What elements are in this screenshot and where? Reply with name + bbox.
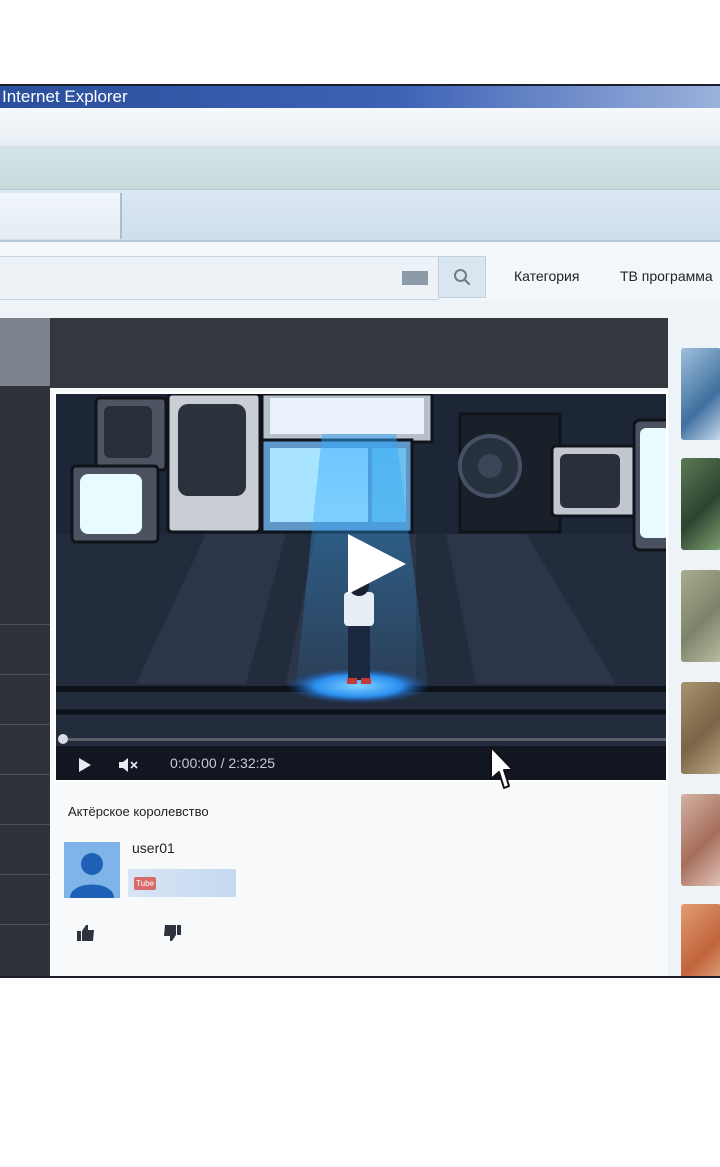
- search-button[interactable]: [438, 256, 486, 298]
- player-controls: 0:00:00 / 2:32:25: [56, 734, 666, 780]
- video-title[interactable]: Актёрское королевство: [68, 804, 209, 819]
- related-thumbnail[interactable]: [681, 904, 720, 976]
- user-silhouette-icon: [70, 853, 114, 898]
- video-frame: [56, 394, 666, 746]
- sidebar-divider: [0, 774, 50, 775]
- window-titlebar: Internet Explorer: [0, 86, 720, 108]
- sidebar-divider: [0, 924, 50, 925]
- search-input[interactable]: [0, 256, 439, 300]
- nav-link-category[interactable]: Категория: [514, 268, 579, 284]
- site-header: Категория ТВ программа: [0, 242, 720, 300]
- nav-link-tv-program[interactable]: ТВ программа: [620, 268, 713, 284]
- content-banner: [50, 318, 668, 388]
- related-thumbnail[interactable]: [681, 458, 720, 550]
- time-readout: 0:00:00 / 2:32:25: [170, 755, 276, 771]
- keyboard-icon[interactable]: [402, 271, 428, 285]
- sidebar-divider: [0, 674, 50, 675]
- mouse-pointer-icon: [490, 746, 513, 789]
- thumbs-up-icon[interactable]: [76, 924, 96, 942]
- video-player[interactable]: 0:00:00 / 2:32:25: [54, 392, 668, 782]
- related-thumbnail[interactable]: [681, 348, 720, 440]
- sidebar-divider: [0, 724, 50, 725]
- sidebar-header-block: [0, 318, 50, 386]
- related-thumbnail[interactable]: [681, 682, 720, 774]
- browser-menu-bar: [0, 108, 720, 147]
- sidebar-divider: [0, 824, 50, 825]
- browser-tab-active[interactable]: [0, 193, 122, 239]
- progress-handle[interactable]: [58, 734, 68, 744]
- search-icon: [454, 269, 471, 286]
- tube-logo-icon: Tube: [134, 877, 156, 890]
- mute-icon[interactable]: [118, 757, 140, 773]
- progress-bar[interactable]: [62, 738, 666, 741]
- browser-toolbar: [0, 147, 720, 190]
- sidebar-divider: [0, 874, 50, 875]
- play-icon[interactable]: [78, 757, 92, 773]
- subscribe-button[interactable]: Tube: [128, 869, 236, 897]
- thumbs-down-icon[interactable]: [162, 924, 182, 942]
- browser-tab-strip: [0, 190, 720, 242]
- uploader-name[interactable]: user01: [132, 840, 175, 856]
- related-thumbnail[interactable]: [681, 570, 720, 662]
- related-thumbnail[interactable]: [681, 794, 720, 886]
- left-sidebar: [0, 318, 50, 976]
- monitor-screen: Internet Explorer Категория ТВ программа: [0, 84, 720, 978]
- related-videos-rail: [668, 318, 720, 976]
- avatar[interactable]: [64, 842, 120, 898]
- main-content: 0:00:00 / 2:32:25 Актёрское королевство …: [50, 318, 668, 976]
- sidebar-divider: [0, 624, 50, 625]
- window-title: Internet Explorer: [2, 87, 128, 106]
